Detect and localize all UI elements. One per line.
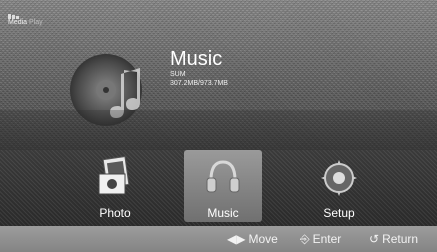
left-right-arrows-icon: ◀▶ bbox=[227, 232, 246, 246]
menu-item-music[interactable]: Music bbox=[184, 150, 262, 222]
media-play-screen: Media Play Music SUM 307.2MB/973.7MB Pho… bbox=[0, 0, 437, 252]
enter-hint: ⎆ Enter bbox=[300, 232, 341, 246]
headphones-icon bbox=[203, 154, 243, 201]
header-info: Music SUM 307.2MB/973.7MB bbox=[170, 48, 228, 88]
menu-item-label-setup: Setup bbox=[323, 206, 355, 220]
move-hint: ◀▶ Move bbox=[227, 232, 278, 246]
move-hint-label: Move bbox=[248, 232, 278, 246]
device-name: SUM bbox=[170, 71, 186, 78]
enter-icon: ⎆ bbox=[300, 232, 310, 246]
return-hint: ↺ Return bbox=[369, 232, 418, 246]
menu-item-photo[interactable]: Photo bbox=[76, 152, 154, 222]
photo-icon bbox=[95, 156, 135, 203]
menu-item-label-music: Music bbox=[207, 206, 239, 220]
setup-icon bbox=[319, 156, 359, 203]
return-hint-label: Return bbox=[382, 232, 419, 246]
menu-item-label-photo: Photo bbox=[99, 206, 131, 220]
enter-hint-label: Enter bbox=[312, 232, 342, 246]
storage-usage: 307.2MB/973.7MB bbox=[170, 80, 228, 87]
return-icon: ↺ bbox=[369, 232, 380, 246]
page-title: Music bbox=[170, 48, 223, 70]
header-band bbox=[0, 110, 437, 150]
media-play-logo: Media Play bbox=[8, 14, 43, 27]
menu-item-setup[interactable]: Setup bbox=[300, 152, 378, 222]
logo-text: Media bbox=[8, 19, 28, 26]
logo-subtext: Play bbox=[29, 19, 43, 26]
